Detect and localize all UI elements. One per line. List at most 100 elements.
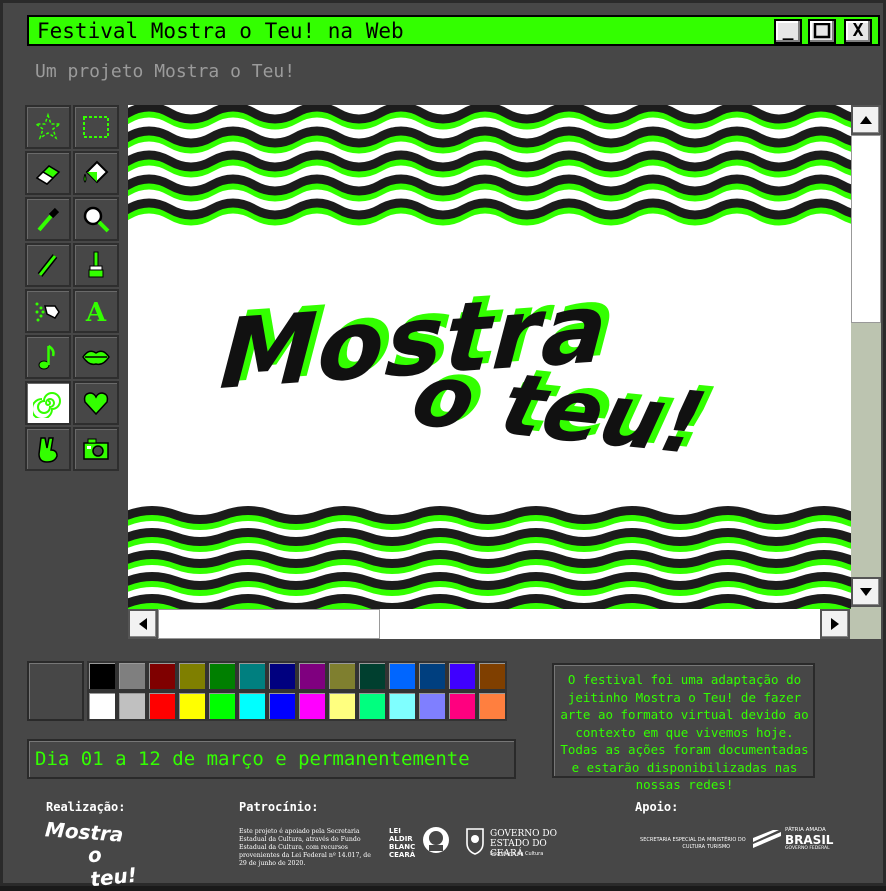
spiral-tool[interactable]: [25, 381, 71, 425]
drawing-canvas[interactable]: Mostra Mostra o teu! o teu!: [128, 105, 851, 609]
logo-line-2: o teu!: [86, 842, 138, 891]
color-swatch[interactable]: [147, 691, 177, 721]
color-swatch[interactable]: [147, 661, 177, 691]
maximize-button[interactable]: [808, 19, 836, 44]
color-swatch[interactable]: [207, 691, 237, 721]
color-swatch[interactable]: [357, 661, 387, 691]
mostra-o-teu-logo: Mostra o teu!: [44, 817, 155, 891]
patrocinio-text: Este projeto é apoiado pela Secretaria E…: [239, 828, 371, 867]
magnifier-tool[interactable]: [73, 197, 119, 241]
scroll-up-button[interactable]: [851, 105, 881, 135]
brush-icon: [88, 251, 104, 278]
lips-tool[interactable]: [73, 335, 119, 379]
airbrush-icon: [35, 302, 60, 322]
ceara-coat-of-arms-icon: [466, 828, 484, 855]
color-swatch[interactable]: [87, 661, 117, 691]
date-text: Dia 01 a 12 de março e permanentemente: [35, 748, 470, 770]
color-palette: [87, 661, 517, 721]
pencil-tool[interactable]: [25, 243, 71, 287]
paint-window: Festival Mostra o Teu! na Web _ X Um pro…: [0, 0, 886, 891]
eraser-tool[interactable]: [25, 151, 71, 195]
title-bar[interactable]: Festival Mostra o Teu! na Web _ X: [27, 15, 880, 46]
color-swatch[interactable]: [387, 661, 417, 691]
color-swatch[interactable]: [477, 691, 507, 721]
color-swatch[interactable]: [267, 661, 297, 691]
scroll-down-button[interactable]: [851, 577, 881, 607]
color-swatch[interactable]: [327, 661, 357, 691]
arrow-down-icon: [860, 588, 872, 596]
date-field: Dia 01 a 12 de março e permanentemente: [27, 739, 516, 779]
color-swatch[interactable]: [177, 691, 207, 721]
text-tool[interactable]: A: [73, 289, 119, 333]
patrocinio-label: Patrocínio:: [239, 800, 319, 814]
music-tool[interactable]: [25, 335, 71, 379]
star-select-icon: [33, 112, 63, 140]
color-picker-tool[interactable]: [25, 197, 71, 241]
close-button[interactable]: X: [844, 19, 872, 44]
project-subtitle: Um projeto Mostra o Teu!: [35, 61, 296, 82]
color-swatch[interactable]: [267, 691, 297, 721]
color-swatch[interactable]: [357, 691, 387, 721]
scroll-left-button[interactable]: [128, 609, 158, 639]
color-swatch[interactable]: [117, 691, 147, 721]
mostra-o-teu-artwork: Mostra Mostra o teu! o teu!: [217, 264, 724, 474]
bottom-wave-pattern: [128, 506, 851, 609]
lips-icon: [82, 350, 110, 366]
color-swatch[interactable]: [87, 691, 117, 721]
color-swatch[interactable]: [417, 691, 447, 721]
vertical-scroll-thumb[interactable]: [851, 135, 881, 323]
scroll-right-button[interactable]: [820, 609, 850, 639]
eraser-icon: [35, 165, 61, 185]
minimize-button[interactable]: _: [774, 19, 802, 44]
governo-federal-text: GOVERNO FEDERAL: [785, 846, 830, 851]
airbrush-tool[interactable]: [25, 289, 71, 333]
vertical-scrollbar[interactable]: [851, 105, 881, 609]
toolbox: A: [23, 103, 126, 479]
heart-tool[interactable]: [73, 381, 119, 425]
horizontal-scroll-track[interactable]: [380, 609, 820, 639]
color-swatch[interactable]: [387, 691, 417, 721]
horizontal-scroll-thumb[interactable]: [158, 609, 380, 639]
lei-aldir-blanc-text: LEI ALDIR BLANC CEARÁ: [389, 827, 416, 859]
arrow-right-icon: [831, 618, 839, 630]
eyedropper-icon: [37, 207, 60, 232]
color-swatch[interactable]: [447, 661, 477, 691]
governo-ceara-logo: GOVERNO DO ESTADO DO CEARÁ Secretaria da…: [463, 827, 583, 861]
color-swatch[interactable]: [237, 691, 267, 721]
camera-icon: [83, 438, 109, 460]
current-color-indicator[interactable]: [27, 661, 84, 721]
color-swatch[interactable]: [237, 661, 267, 691]
info-text: O festival foi uma adaptação do jeitinho…: [560, 672, 809, 792]
realizacao-label: Realização:: [46, 800, 126, 814]
pencil-icon: [37, 254, 58, 277]
camera-tool[interactable]: [73, 427, 119, 471]
info-box: O festival foi uma adaptação do jeitinho…: [552, 663, 815, 792]
text-a-icon: A: [85, 298, 107, 326]
color-swatch[interactable]: [477, 661, 507, 691]
peace-hand-tool[interactable]: [25, 427, 71, 471]
color-swatch[interactable]: [297, 661, 327, 691]
arrow-up-icon: [860, 116, 872, 124]
brush-tool[interactable]: [73, 243, 119, 287]
brasil-logo: PÁTRIA AMADA BRASIL GOVERNO FEDERAL: [753, 827, 833, 853]
color-swatch[interactable]: [117, 661, 147, 691]
horizontal-scrollbar[interactable]: [128, 609, 881, 639]
spiral-icon: [33, 392, 61, 418]
fill-tool[interactable]: [73, 151, 119, 195]
color-swatch[interactable]: [327, 691, 357, 721]
canvas-artwork: Mostra Mostra o teu! o teu!: [128, 105, 851, 609]
color-swatch[interactable]: [297, 691, 327, 721]
governo-sub-text: Secretaria da Cultura: [490, 851, 544, 857]
color-swatch[interactable]: [447, 691, 477, 721]
color-swatch[interactable]: [417, 661, 447, 691]
aldir-blanc-portrait-icon: [423, 827, 449, 853]
svg-text:A: A: [85, 298, 107, 326]
top-wave-pattern: [128, 105, 851, 226]
arrow-left-icon: [139, 618, 147, 630]
color-swatch[interactable]: [207, 661, 237, 691]
color-swatch[interactable]: [177, 661, 207, 691]
rect-select-tool[interactable]: [73, 105, 119, 149]
rect-select-icon: [83, 116, 109, 138]
paint-bucket-icon: [83, 160, 109, 184]
free-select-tool[interactable]: [25, 105, 71, 149]
